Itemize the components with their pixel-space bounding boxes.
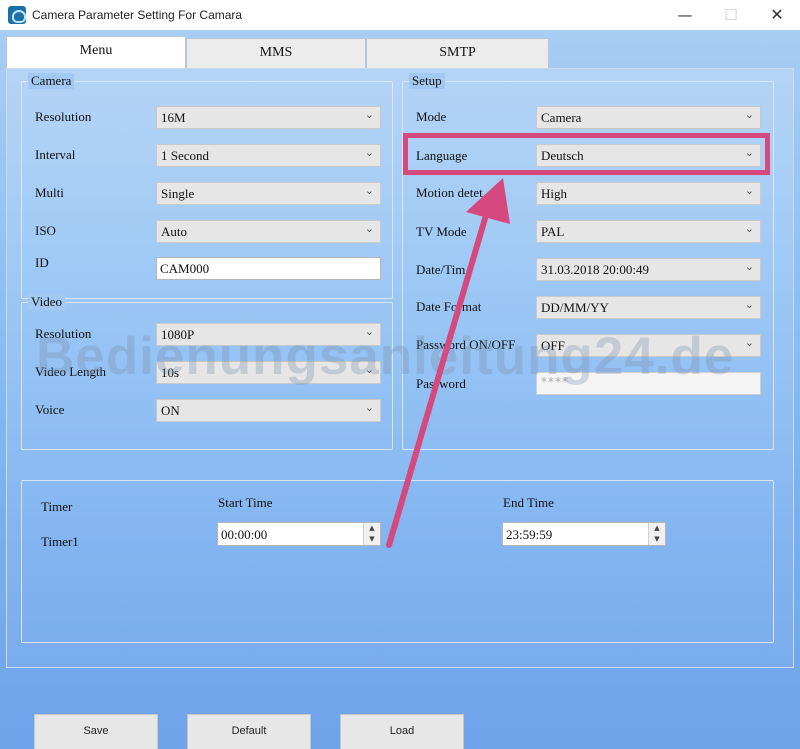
annotation-arrow-icon (386, 178, 510, 548)
